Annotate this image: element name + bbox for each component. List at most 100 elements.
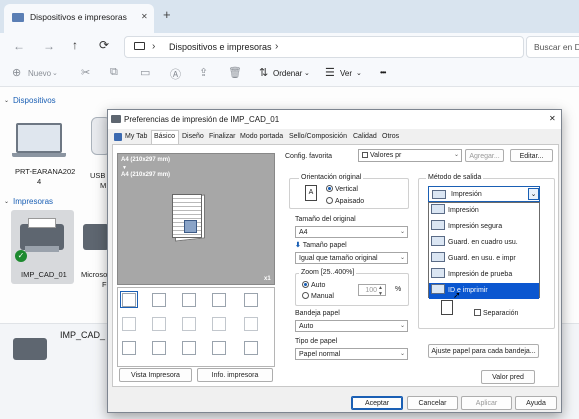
vertical-radio[interactable] xyxy=(326,185,333,192)
output-option[interactable]: Impresión xyxy=(429,203,539,219)
dialog-title: Preferencias de impresión de IMP_CAD_01 xyxy=(124,115,280,124)
printers-header[interactable]: Impresoras xyxy=(13,197,53,206)
share-icon[interactable]: ⇪ xyxy=(199,66,208,79)
orientation-vertical[interactable]: Vertical xyxy=(326,185,358,193)
tab-finalizar[interactable]: Finalizar xyxy=(209,133,235,140)
cover-icon[interactable] xyxy=(122,341,136,355)
device-laptop[interactable]: PRT-EARANA202 4 xyxy=(9,117,75,192)
edit-favorite-button[interactable]: Editar... xyxy=(510,149,553,162)
paper-type-select[interactable]: Papel normal ⌄ xyxy=(295,348,408,360)
landscape-radio[interactable] xyxy=(326,197,333,204)
zoom-value-input[interactable]: 100 ▲ ▼ xyxy=(358,284,386,297)
tab-diseno[interactable]: Diseño xyxy=(182,133,204,140)
output-option-label: Impresión segura xyxy=(448,223,503,230)
output-option-highlighted[interactable]: ID e imprimir xyxy=(429,283,539,299)
refresh-icon[interactable]: ⟳ xyxy=(99,38,109,52)
back-icon[interactable]: ← xyxy=(13,39,25,53)
search-box[interactable]: Buscar en D xyxy=(526,36,579,58)
zoom-manual-radio[interactable] xyxy=(302,292,309,299)
tab-my-tab-icon xyxy=(114,133,122,141)
cancel-button[interactable]: Cancelar xyxy=(407,396,458,410)
punch-icon[interactable] xyxy=(122,317,136,331)
booklet-icon[interactable] xyxy=(212,293,226,307)
more-options-button[interactable]: ••• xyxy=(380,68,386,77)
apply-button[interactable]: Aplicar xyxy=(461,396,512,410)
tab-close-icon[interactable]: ✕ xyxy=(141,12,148,21)
tab-otros[interactable]: Otros xyxy=(382,133,399,140)
paper-size-label: ⬇ Tamaño papel xyxy=(295,241,347,249)
delete-icon[interactable]: 🗑 xyxy=(228,66,242,79)
other-icon[interactable] xyxy=(244,341,258,355)
tab-basico[interactable]: Básico xyxy=(154,133,175,140)
output-option[interactable]: Guard. en cuadro usu. xyxy=(429,235,539,251)
copy-icon[interactable]: ⧉ xyxy=(110,66,118,79)
zoom-manual[interactable]: Manual xyxy=(302,292,334,300)
zoom-auto[interactable]: Auto xyxy=(302,281,325,289)
printer-microsoft[interactable]: Microso F xyxy=(80,218,109,289)
address-bar[interactable]: › Dispositivos e impresoras › xyxy=(124,36,524,58)
help-button[interactable]: Ayuda xyxy=(515,396,557,410)
watermark-icon[interactable] xyxy=(182,341,196,355)
default-values-button[interactable]: Valor pred xyxy=(481,370,535,384)
tab-modo-portada[interactable]: Modo portada xyxy=(240,133,283,140)
orientation-landscape[interactable]: Apaisado xyxy=(326,197,364,205)
preview-copies: x1 xyxy=(264,276,271,282)
tab-calidad[interactable]: Calidad xyxy=(353,133,377,140)
new-button[interactable]: Nuevo xyxy=(28,69,51,78)
adjust-paper-button[interactable]: Ajuste papel para cada bandeja... xyxy=(428,344,539,358)
output-option[interactable]: Guard. en usu. e impr xyxy=(429,251,539,267)
copies-icon[interactable] xyxy=(182,293,196,307)
devices-header[interactable]: Dispositivos xyxy=(13,96,56,105)
zoom-auto-radio[interactable] xyxy=(302,281,309,288)
add-favorite-button[interactable]: Agregar... xyxy=(465,149,504,162)
stamp-icon[interactable] xyxy=(152,341,166,355)
cut-icon[interactable]: ✂ xyxy=(81,66,90,79)
tab-strip: My Tab Básico Diseño Finalizar Modo port… xyxy=(112,130,557,145)
dropdown-button[interactable]: ⌄ xyxy=(528,188,539,200)
device-usb[interactable]: USB M xyxy=(86,117,111,192)
original-size-select[interactable]: A4 ⌄ xyxy=(295,226,408,238)
paper-size-select[interactable]: Igual que tamaño original ⌄ xyxy=(295,252,408,264)
view-button[interactable]: Ver xyxy=(340,69,352,78)
breadcrumb[interactable]: Dispositivos e impresoras xyxy=(169,42,272,52)
tab-sello-composicion[interactable]: Sello/Composición xyxy=(289,133,347,140)
separation-option[interactable]: Separación xyxy=(474,309,518,317)
search-input[interactable]: Buscar en D xyxy=(534,42,579,52)
stack-icon[interactable] xyxy=(244,317,258,331)
device-label: USB xyxy=(90,171,106,180)
forward-icon[interactable]: → xyxy=(43,39,55,53)
spinner-icon[interactable]: ▲ ▼ xyxy=(378,285,383,297)
layout-icon[interactable] xyxy=(122,293,136,307)
zoom-manual-label: Manual xyxy=(311,293,334,300)
printer-icon xyxy=(83,224,109,250)
output-method-select[interactable]: Impresión ⌄ xyxy=(428,186,540,202)
staple-icon[interactable] xyxy=(244,293,258,307)
ok-button[interactable]: Aceptar xyxy=(351,396,403,410)
separation-checkbox[interactable] xyxy=(474,309,481,316)
favorites-select[interactable]: Valores pr ⌄ xyxy=(358,149,462,162)
dialog-close-icon[interactable]: ✕ xyxy=(549,114,556,123)
quality-icon[interactable] xyxy=(212,341,226,355)
up-icon[interactable]: ↑ xyxy=(72,38,78,52)
breadcrumb-chevron-icon[interactable]: › xyxy=(275,41,278,52)
sort-button[interactable]: Ordenar xyxy=(273,69,302,78)
printer-imp-cad-01[interactable]: ✓ IMP_CAD_01 xyxy=(11,210,74,284)
device-label: M xyxy=(100,181,107,190)
id-print-icon xyxy=(431,284,445,294)
text-icon[interactable] xyxy=(182,317,196,331)
paste-icon[interactable]: ▭ xyxy=(140,66,150,79)
paper-tray-select[interactable]: Auto ⌄ xyxy=(295,320,408,332)
tab-my-tab[interactable]: My Tab xyxy=(125,133,147,140)
new-tab-button[interactable]: + xyxy=(163,7,171,22)
page-icon[interactable] xyxy=(212,317,226,331)
rename-icon[interactable]: Ⓐ xyxy=(170,66,181,82)
printer-info-button[interactable]: Info. impresora xyxy=(197,368,273,382)
chevron-down-icon: ⌄ xyxy=(453,152,459,158)
output-option[interactable]: Impresión de prueba xyxy=(429,267,539,283)
view-printer-button[interactable]: Vista Impresora xyxy=(119,368,192,382)
duplex-icon[interactable] xyxy=(152,293,166,307)
tab-devices-printers[interactable]: Dispositivos e impresoras ✕ xyxy=(4,4,154,33)
output-option[interactable]: Impresión segura xyxy=(429,219,539,235)
mouse-cursor-icon: ➚ xyxy=(453,290,461,300)
combine-icon[interactable] xyxy=(152,317,166,331)
